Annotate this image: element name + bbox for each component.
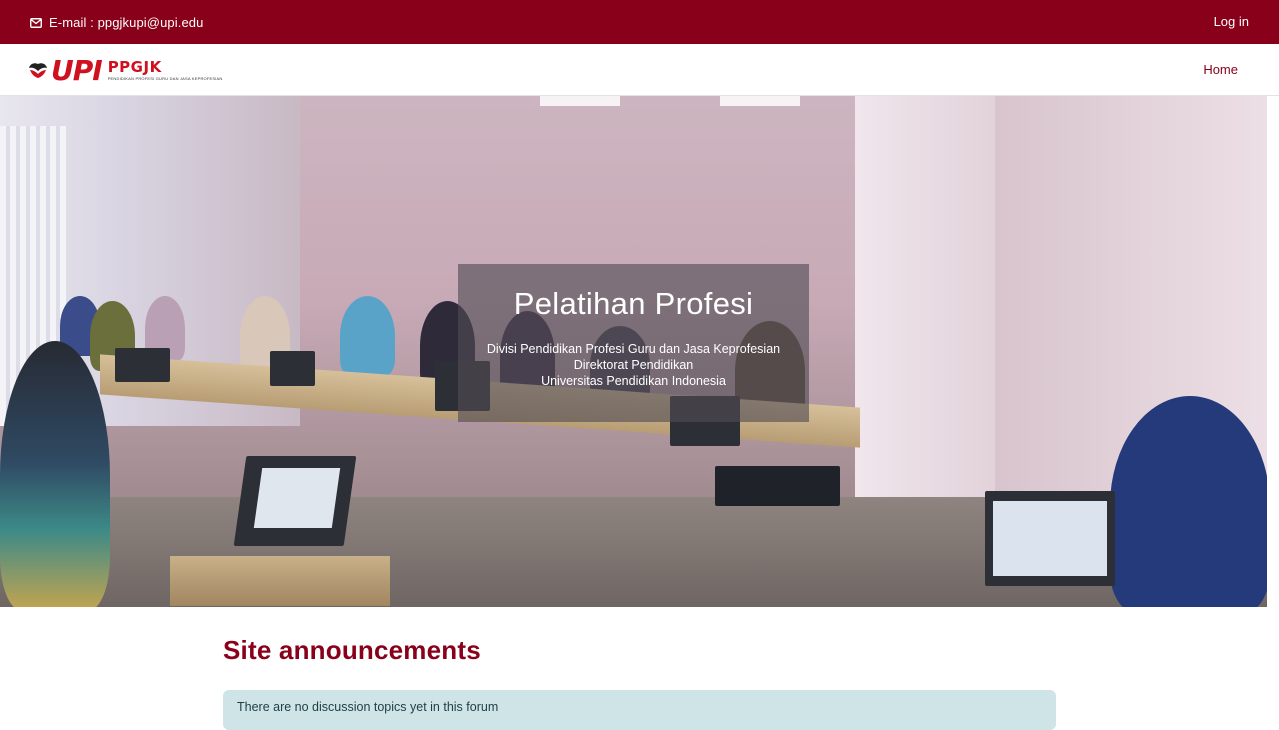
alert-text: There are no discussion topics yet in th… (237, 700, 499, 714)
upi-emblem-icon (29, 63, 47, 78)
email-label: E-mail : ppgjkupi@upi.edu (49, 15, 204, 30)
hero-title: Pelatihan Profesi (513, 286, 754, 321)
login-link[interactable]: Log in (1214, 14, 1249, 29)
hero-banner: Pelatihan Profesi Divisi Pendidikan Prof… (0, 96, 1267, 607)
logo-ppgjk-subtitle: PENDIDIKAN PROFESI GURU DAN JASA KEPROFE… (107, 75, 223, 81)
logo-upi-text: UPI (51, 53, 103, 87)
hero-caption: Pelatihan Profesi Divisi Pendidikan Prof… (458, 264, 809, 422)
info-alert: There are no discussion topics yet in th… (223, 690, 1056, 730)
section-title: Site announcements (223, 635, 481, 665)
site-logo[interactable]: UPI PPGJK PENDIDIKAN PROFESI GURU DAN JA… (28, 53, 223, 87)
envelope-icon (30, 17, 42, 28)
logo-ppgjk-text: PPGJK (107, 57, 162, 76)
hero-subtitle-line: Universitas Pendidikan Indonesia (541, 374, 726, 388)
main-navbar: UPI PPGJK PENDIDIKAN PROFESI GURU DAN JA… (0, 44, 1279, 96)
hero-subtitle: Divisi Pendidikan Profesi Guru dan Jasa … (458, 341, 809, 389)
contact-email: E-mail : ppgjkupi@upi.edu (30, 15, 203, 30)
hero-subtitle-line: Direktorat Pendidikan (573, 358, 694, 372)
top-bar: E-mail : ppgjkupi@upi.edu Log in (0, 0, 1279, 44)
hero-subtitle-line: Divisi Pendidikan Profesi Guru dan Jasa … (486, 342, 781, 356)
main-content: Site announcements (223, 635, 1056, 666)
nav-home-link[interactable]: Home (1203, 62, 1238, 77)
